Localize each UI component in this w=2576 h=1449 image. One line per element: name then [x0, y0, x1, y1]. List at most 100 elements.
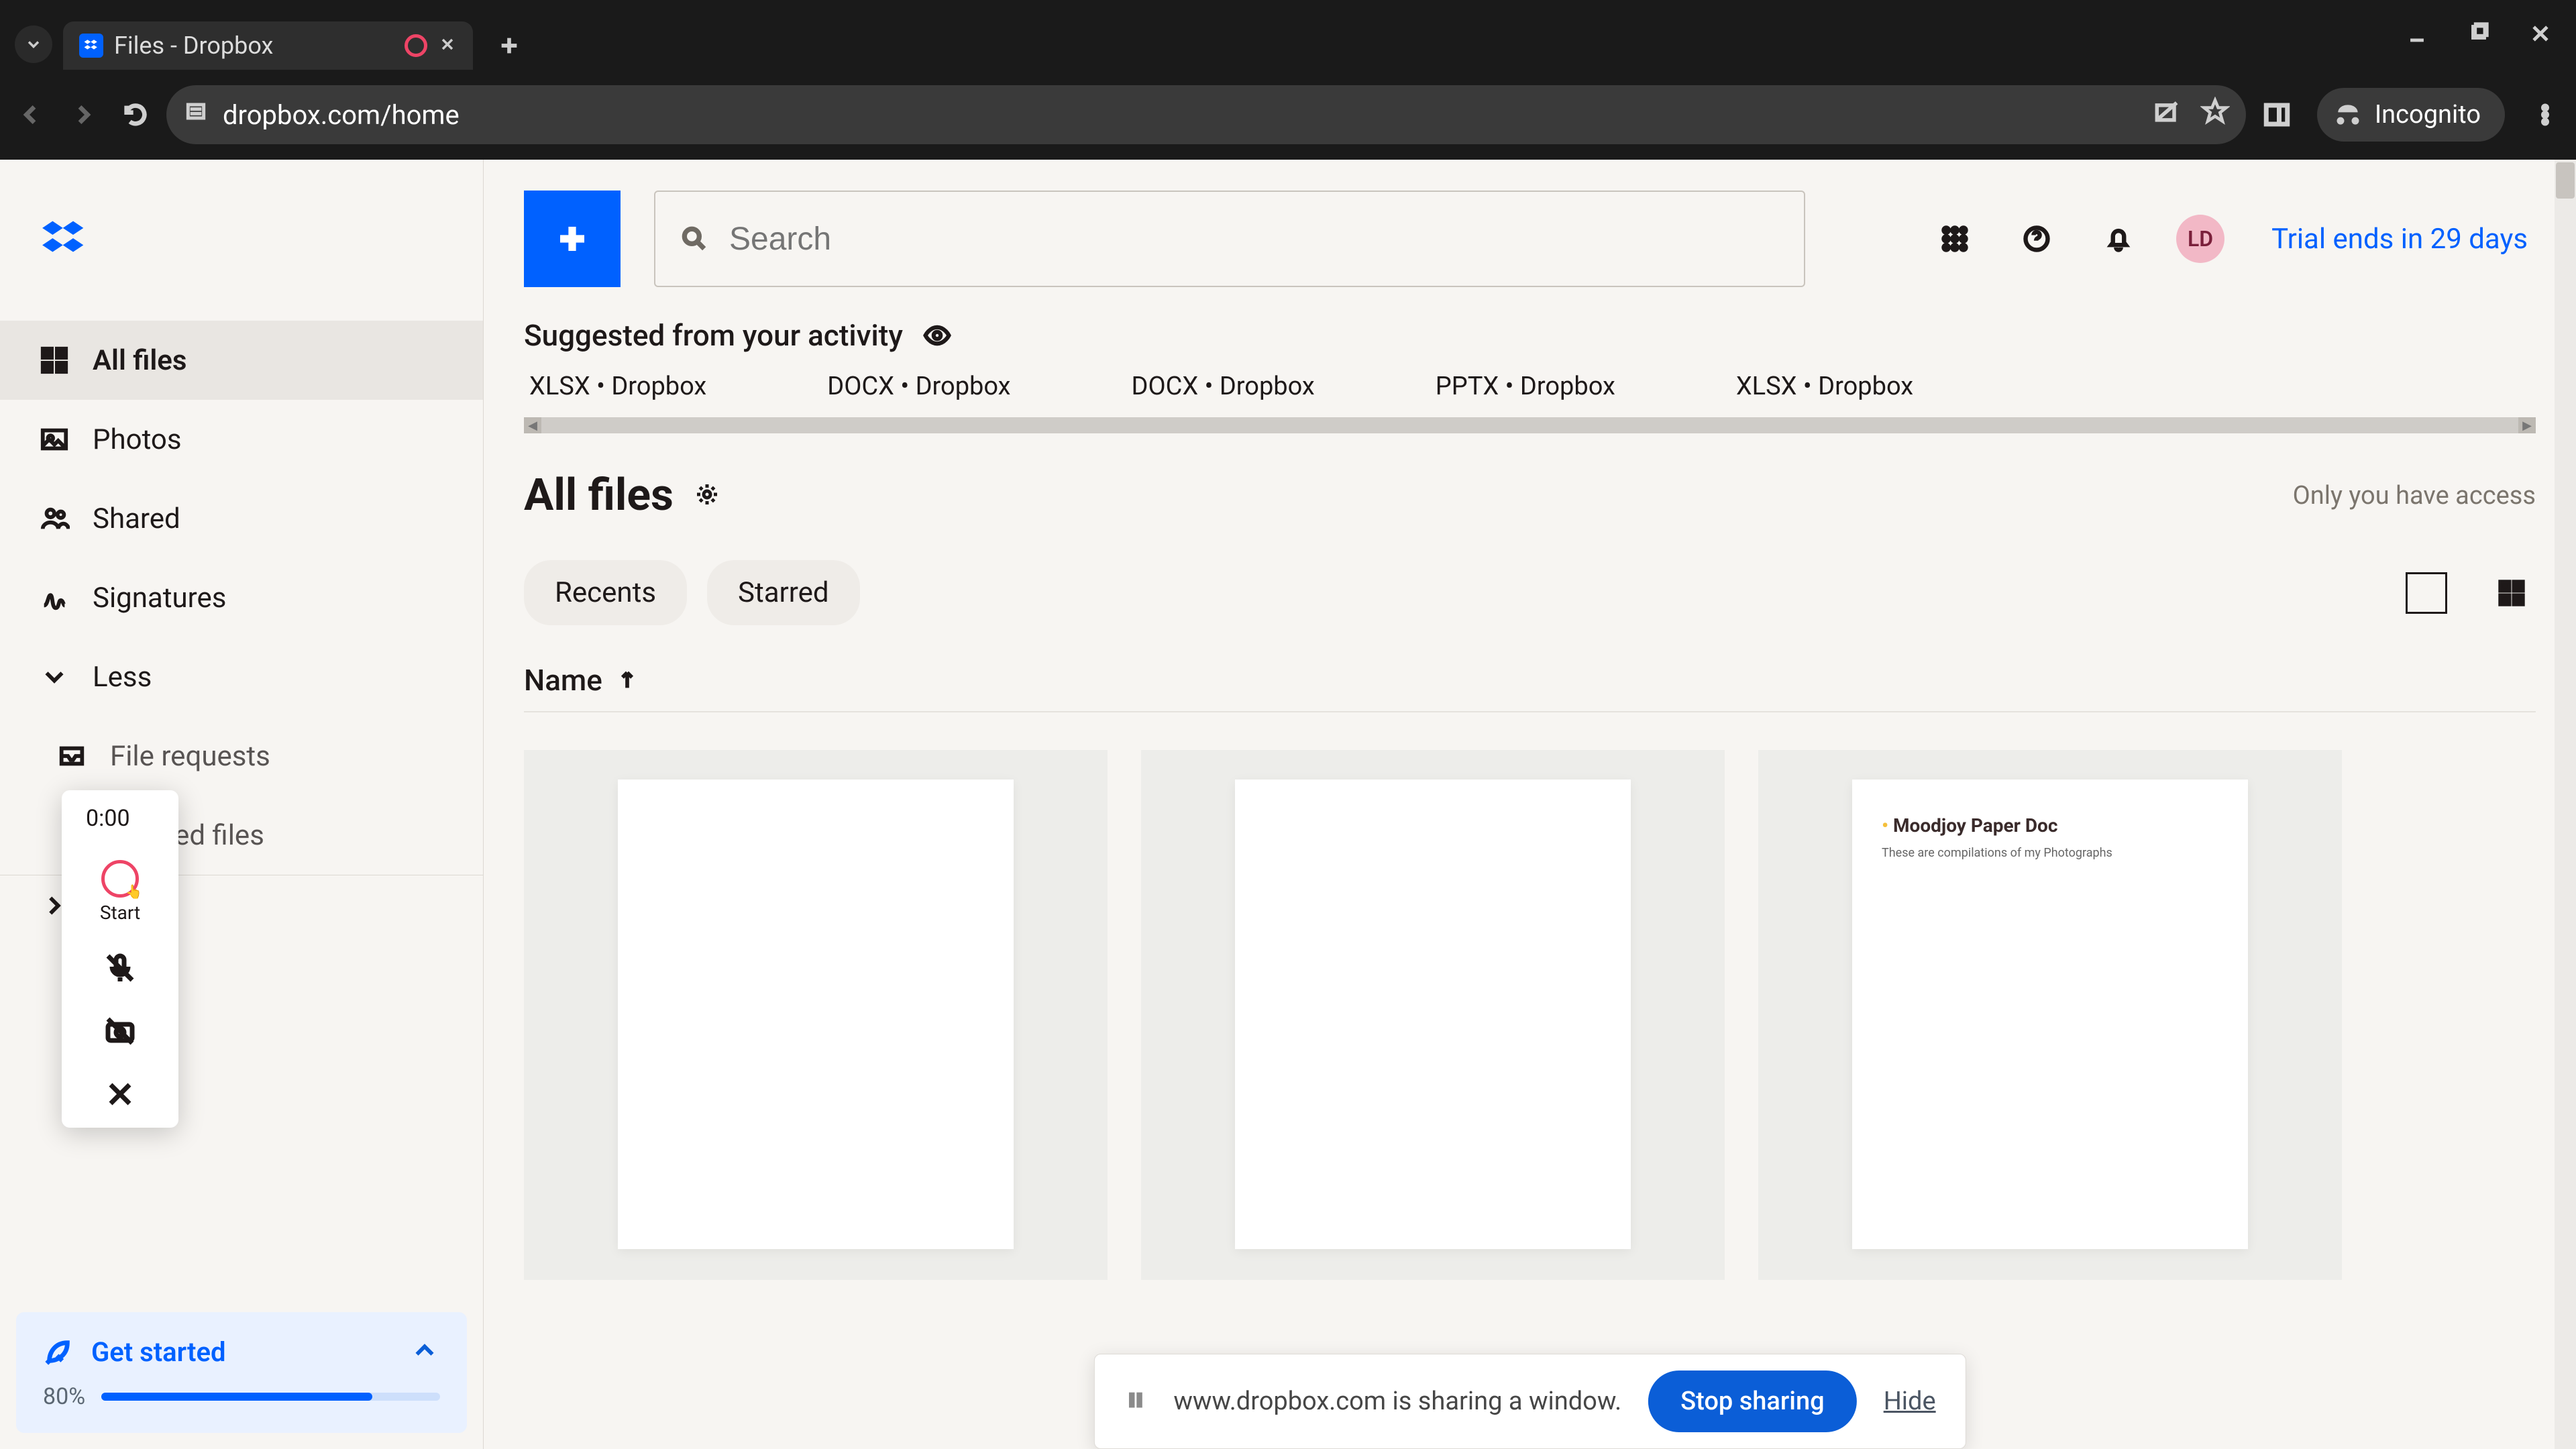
notifications-button[interactable]: [2094, 215, 2143, 263]
scroll-right-arrow[interactable]: ▶: [2518, 417, 2536, 433]
chip-recents[interactable]: Recents: [524, 560, 687, 625]
dropbox-favicon: [79, 34, 103, 58]
browser-toolbar: dropbox.com/home Incognito: [0, 70, 2576, 160]
pause-share-button[interactable]: [1124, 1387, 1146, 1416]
app-switcher-button[interactable]: [1931, 215, 1979, 263]
create-button[interactable]: [524, 191, 621, 287]
trial-banner-link[interactable]: Trial ends in 29 days: [2271, 223, 2528, 256]
tab-title: Files - Dropbox: [114, 32, 273, 60]
help-icon: [2022, 224, 2051, 254]
recorder-start-label: Start: [100, 902, 140, 924]
site-info-icon[interactable]: [182, 98, 209, 131]
recorder-mic-button[interactable]: [104, 952, 136, 987]
recorder-close-button[interactable]: [104, 1078, 136, 1113]
sidebar-item-label: Shared: [93, 502, 180, 535]
files-grid: Moodjoy Paper Doc These are compilations…: [484, 712, 2576, 1280]
suggested-item[interactable]: DOCX • Dropbox: [1132, 372, 1315, 401]
recorder-time: 0:00: [86, 805, 130, 832]
bell-icon: [2104, 224, 2133, 254]
settings-gear-button[interactable]: [694, 481, 720, 511]
camera-off-icon: [104, 1015, 136, 1047]
forward-button[interactable]: [62, 93, 105, 136]
get-started-percent: 80%: [43, 1383, 85, 1410]
tab-close-button[interactable]: [438, 32, 457, 60]
page-title: All files: [524, 470, 674, 521]
gear-icon: [694, 481, 720, 508]
file-card[interactable]: [524, 750, 1108, 1280]
chip-starred[interactable]: Starred: [707, 560, 860, 625]
suggested-item[interactable]: PPTX • Dropbox: [1436, 372, 1615, 401]
file-card-paper[interactable]: Moodjoy Paper Doc These are compilations…: [1758, 750, 2342, 1280]
get-started-label: Get started: [91, 1336, 226, 1368]
eye-icon[interactable]: [923, 321, 951, 350]
reload-button[interactable]: [114, 93, 157, 136]
suggested-scrollbar[interactable]: ◀ ▶: [524, 417, 2536, 433]
url-text: dropbox.com/home: [223, 99, 460, 131]
rocket-icon: [43, 1336, 74, 1367]
suggested-item[interactable]: XLSX • Dropbox: [1736, 372, 1913, 401]
signature-icon: [39, 582, 70, 613]
get-started-progress: [101, 1393, 440, 1401]
scrollbar-thumb[interactable]: [2556, 162, 2575, 199]
mic-off-icon: [104, 952, 136, 984]
incognito-label: Incognito: [2375, 100, 2481, 129]
maximize-button[interactable]: [2469, 22, 2489, 48]
suggested-item[interactable]: XLSX • Dropbox: [529, 372, 706, 401]
inbox-icon: [56, 741, 87, 771]
column-header-name[interactable]: Name: [484, 625, 2576, 711]
recorder-camera-button[interactable]: [104, 1015, 136, 1050]
screen-share-bar: www.dropbox.com is sharing a window. Sto…: [1093, 1354, 1966, 1449]
sidebar-item-signatures[interactable]: Signatures: [0, 558, 483, 637]
list-view-toggle[interactable]: [2406, 572, 2447, 614]
close-window-button[interactable]: [2529, 22, 2552, 48]
share-message: www.dropbox.com is sharing a window.: [1173, 1387, 1621, 1416]
sidebar-item-label: Photos: [93, 423, 182, 456]
browser-tab[interactable]: Files - Dropbox: [63, 21, 473, 70]
sidebar-less-toggle[interactable]: Less: [0, 637, 483, 716]
record-icon: 👆: [101, 860, 139, 898]
photo-icon: [39, 424, 70, 455]
minimize-button[interactable]: [2406, 22, 2428, 48]
incognito-indicator[interactable]: Incognito: [2317, 88, 2505, 142]
file-card[interactable]: [1141, 750, 1725, 1280]
sidebar-item-all-files[interactable]: All files: [0, 321, 483, 400]
chevron-down-icon: [39, 661, 70, 692]
back-button[interactable]: [9, 93, 52, 136]
tab-search-button[interactable]: [15, 25, 52, 63]
search-input[interactable]: [728, 220, 1780, 258]
extension-blocked-icon[interactable]: [2152, 97, 2182, 133]
hide-share-bar-button[interactable]: Hide: [1884, 1387, 1936, 1416]
close-icon: [104, 1078, 136, 1110]
sidebar-item-file-requests[interactable]: File requests: [0, 716, 483, 796]
suggested-header: Suggested from your activity: [484, 318, 2576, 360]
grid-dots-icon: [1940, 224, 1970, 254]
get-started-card[interactable]: Get started 80%: [16, 1312, 467, 1433]
suggested-title: Suggested from your activity: [524, 318, 903, 353]
chevron-up-icon: [409, 1335, 440, 1368]
new-tab-button[interactable]: [490, 27, 528, 64]
sidebar-item-photos[interactable]: Photos: [0, 400, 483, 479]
vertical-scrollbar[interactable]: ▲: [2555, 160, 2576, 1449]
account-avatar[interactable]: LD: [2176, 215, 2224, 263]
dropbox-app: All files Photos Shared Signatures Less: [0, 160, 2576, 1449]
browser-window: Files - Dropbox dropbox.com/home: [0, 0, 2576, 1449]
dropbox-logo[interactable]: [0, 160, 483, 321]
search-box[interactable]: [654, 191, 1805, 287]
paper-doc-title: Moodjoy Paper Doc: [1882, 814, 2218, 837]
address-bar[interactable]: dropbox.com/home: [166, 85, 2246, 144]
sidebar-item-shared[interactable]: Shared: [0, 479, 483, 558]
window-controls: [2406, 22, 2552, 48]
scroll-left-arrow[interactable]: ◀: [524, 417, 541, 433]
stop-sharing-button[interactable]: Stop sharing: [1648, 1371, 1857, 1432]
browser-menu-button[interactable]: [2524, 93, 2567, 136]
help-button[interactable]: [2012, 215, 2061, 263]
side-panel-button[interactable]: [2255, 93, 2298, 136]
bookmark-star-icon[interactable]: [2200, 97, 2230, 133]
recorder-start-button[interactable]: 👆 Start: [100, 860, 140, 924]
screen-recorder-panel[interactable]: 0:00 👆 Start: [62, 790, 178, 1128]
sidebar-less-label: Less: [93, 661, 152, 694]
grid-view-toggle[interactable]: [2487, 569, 2536, 617]
main-content: LD Trial ends in 29 days Suggested from …: [484, 160, 2576, 1449]
sidebar-item-label: Signatures: [93, 582, 226, 614]
suggested-item[interactable]: DOCX • Dropbox: [827, 372, 1010, 401]
